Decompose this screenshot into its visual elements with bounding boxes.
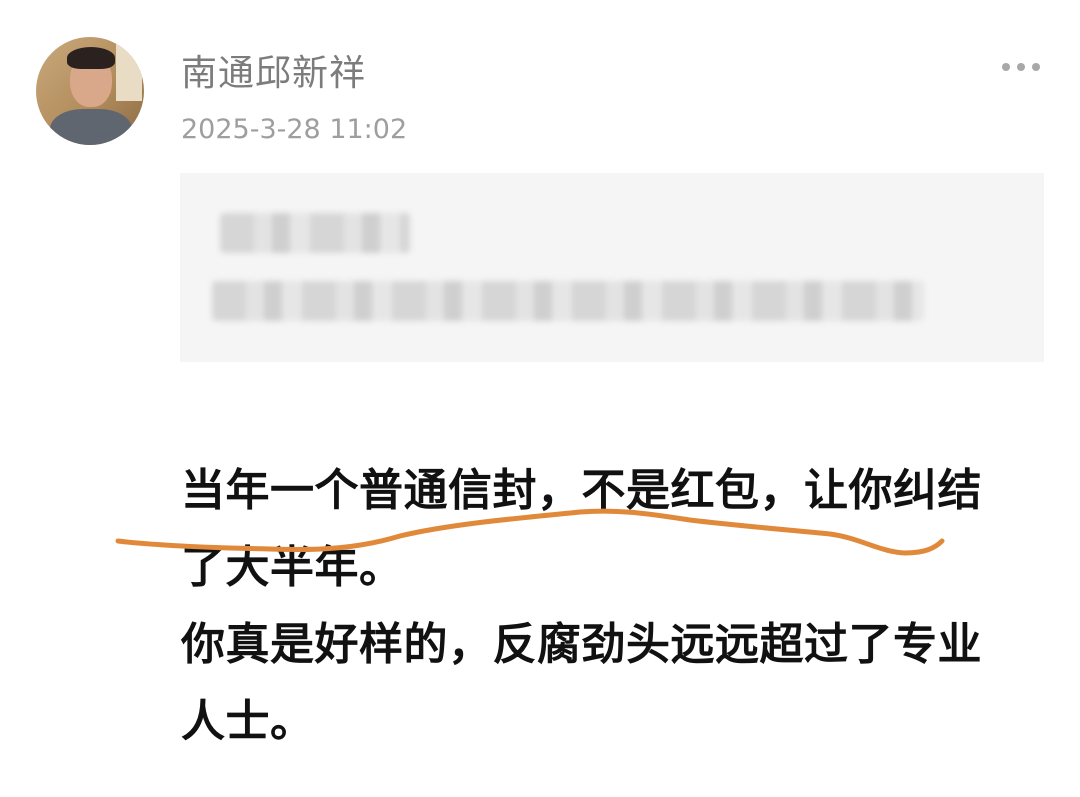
avatar-background <box>116 41 142 101</box>
dot <box>1017 63 1025 71</box>
content-line: 人士。 <box>181 696 315 747</box>
dot <box>1002 63 1010 71</box>
obscured-quote-author <box>220 213 410 253</box>
quoted-reply-block[interactable] <box>180 173 1044 362</box>
author-avatar[interactable] <box>36 37 144 145</box>
post-content: 当年一个普通信封，不是红包，让你纠结 了大半年。 你真是好样的，反腐劲头远远超过… <box>181 452 1051 760</box>
content-line: 你真是好样的，反腐劲头远远超过了专业 <box>181 619 982 670</box>
author-name[interactable]: 南通邱新祥 <box>181 44 366 96</box>
more-options-icon[interactable] <box>1002 58 1040 76</box>
obscured-quote-text <box>212 281 924 321</box>
content-line: 当年一个普通信封，不是红包，让你纠结 <box>181 465 982 516</box>
avatar-hair <box>67 47 115 69</box>
dot <box>1032 63 1040 71</box>
content-line: 了大半年。 <box>181 542 404 593</box>
post-timestamp: 2025-3-28 11:02 <box>181 114 408 145</box>
avatar-shirt <box>50 109 132 145</box>
